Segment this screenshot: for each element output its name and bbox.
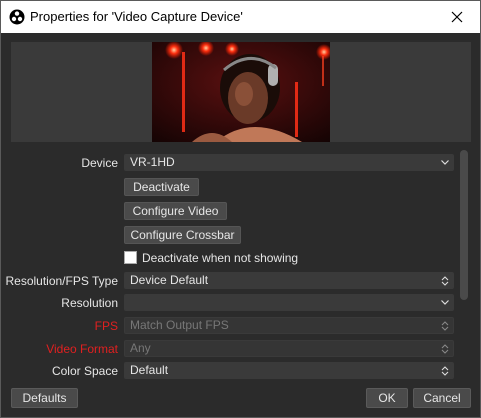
title-bar: Properties for 'Video Capture Device' [1,1,480,33]
device-label: Device [81,156,118,170]
color-space-value: Default [130,363,169,377]
obs-logo-icon [9,9,25,25]
fps-value: Match Output FPS [130,318,229,332]
chevron-updown-icon [440,341,450,356]
defaults-button[interactable]: Defaults [11,388,78,408]
video-preview-image [152,42,330,142]
fps-select[interactable]: Match Output FPS [124,317,454,334]
deactivate-when-not-showing-label: Deactivate when not showing [142,251,299,265]
properties-form: Device VR-1HD Deactivate Configure Video… [5,147,471,381]
deactivate-button[interactable]: Deactivate [124,178,199,196]
video-format-select[interactable]: Any [124,340,454,357]
configure-crossbar-button[interactable]: Configure Crossbar [124,226,241,244]
device-value: VR-1HD [130,155,175,169]
device-select[interactable]: VR-1HD [124,154,454,171]
properties-dialog: Properties for 'Video Capture Device' De… [0,0,481,418]
preview-area [11,42,471,142]
vertical-scrollbar[interactable] [460,150,468,300]
video-format-value: Any [130,341,151,355]
close-icon[interactable] [434,1,480,32]
deactivate-when-not-showing-checkbox[interactable] [124,251,137,264]
configure-video-button[interactable]: Configure Video [124,202,227,220]
chevron-down-icon [440,295,450,310]
cancel-button[interactable]: Cancel [413,388,471,408]
resolution-fps-type-label: Resolution/FPS Type [5,274,118,288]
resolution-label: Resolution [61,296,118,310]
ok-button[interactable]: OK [366,388,408,408]
chevron-down-icon [440,155,450,170]
color-space-label: Color Space [51,364,118,378]
color-space-select[interactable]: Default [124,362,454,379]
resolution-fps-type-value: Device Default [130,273,209,287]
video-format-label: Video Format [46,342,118,356]
resolution-select[interactable] [124,294,454,311]
window-title: Properties for 'Video Capture Device' [30,9,243,24]
chevron-updown-icon [440,318,450,333]
chevron-updown-icon [440,273,450,288]
resolution-fps-type-select[interactable]: Device Default [124,272,454,289]
fps-label: FPS [94,319,118,333]
chevron-updown-icon [440,363,450,378]
